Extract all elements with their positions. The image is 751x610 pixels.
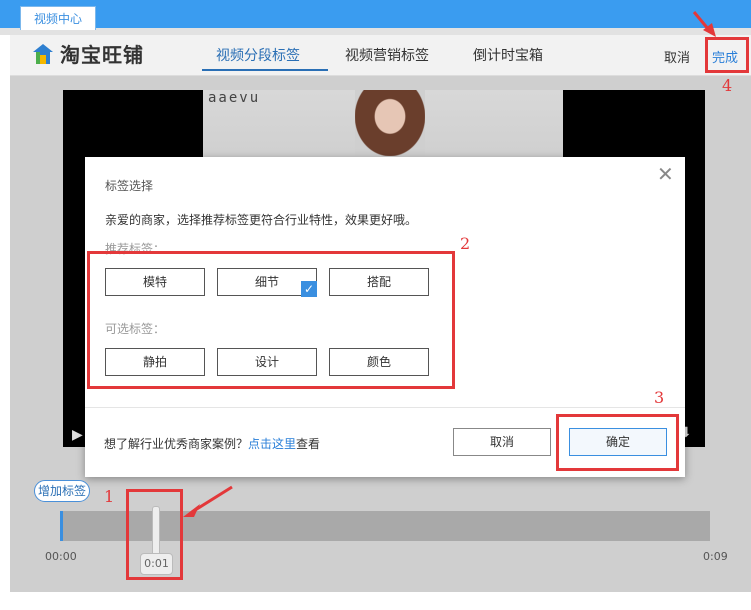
annotation-arrow-1-icon: [183, 485, 233, 517]
cancel-button[interactable]: 取消: [664, 47, 690, 66]
annotation-arrow-4-icon: [692, 11, 716, 37]
play-icon[interactable]: ▶: [72, 427, 83, 443]
tab-video-segment-tags[interactable]: 视频分段标签: [216, 46, 300, 66]
timeline-end-time: 0:09: [703, 550, 728, 563]
footer-text-after: 查看: [296, 437, 321, 451]
footer-link[interactable]: 点击这里: [248, 437, 296, 451]
annotation-number-1: 1: [104, 487, 115, 506]
dialog-description: 亲爱的商家，选择推荐标签更符合行业特性，效果更好哦。: [105, 213, 418, 227]
tab-video-center[interactable]: 视频中心: [20, 6, 96, 30]
window-titlebar: [0, 0, 751, 28]
timeline-start-time: 00:00: [45, 550, 77, 563]
logo-text: 淘宝旺铺: [60, 43, 144, 67]
dialog-footer-text: 想了解行业优秀商家案例？点击这里查看: [104, 435, 320, 452]
dialog-cancel-button[interactable]: 取消: [453, 428, 551, 456]
video-overlay-text: aaevu: [208, 90, 261, 106]
annotation-box-3: [556, 414, 679, 471]
footer-text-before: 想了解行业优秀商家案例？: [104, 437, 249, 451]
taobao-store-logo-icon: [33, 44, 53, 64]
annotation-box-4: [705, 37, 749, 73]
dialog-title: 标签选择: [105, 179, 154, 193]
tab-video-marketing-tags[interactable]: 视频营销标签: [345, 46, 429, 66]
tab-countdown-chest[interactable]: 倒计时宝箱: [473, 46, 543, 66]
dialog-divider: [85, 407, 685, 408]
annotation-number-4: 4: [722, 76, 733, 95]
annotation-box-2: [87, 251, 455, 389]
add-tag-button[interactable]: 增加标签: [34, 480, 90, 502]
annotation-box-1: [126, 489, 183, 580]
annotation-number-2: 2: [460, 234, 471, 253]
close-icon[interactable]: ✕: [657, 164, 674, 184]
timeline-start-marker: [60, 511, 63, 541]
annotation-number-3: 3: [654, 388, 665, 407]
active-tab-underline: [202, 69, 328, 71]
video-model-image: [355, 90, 425, 156]
